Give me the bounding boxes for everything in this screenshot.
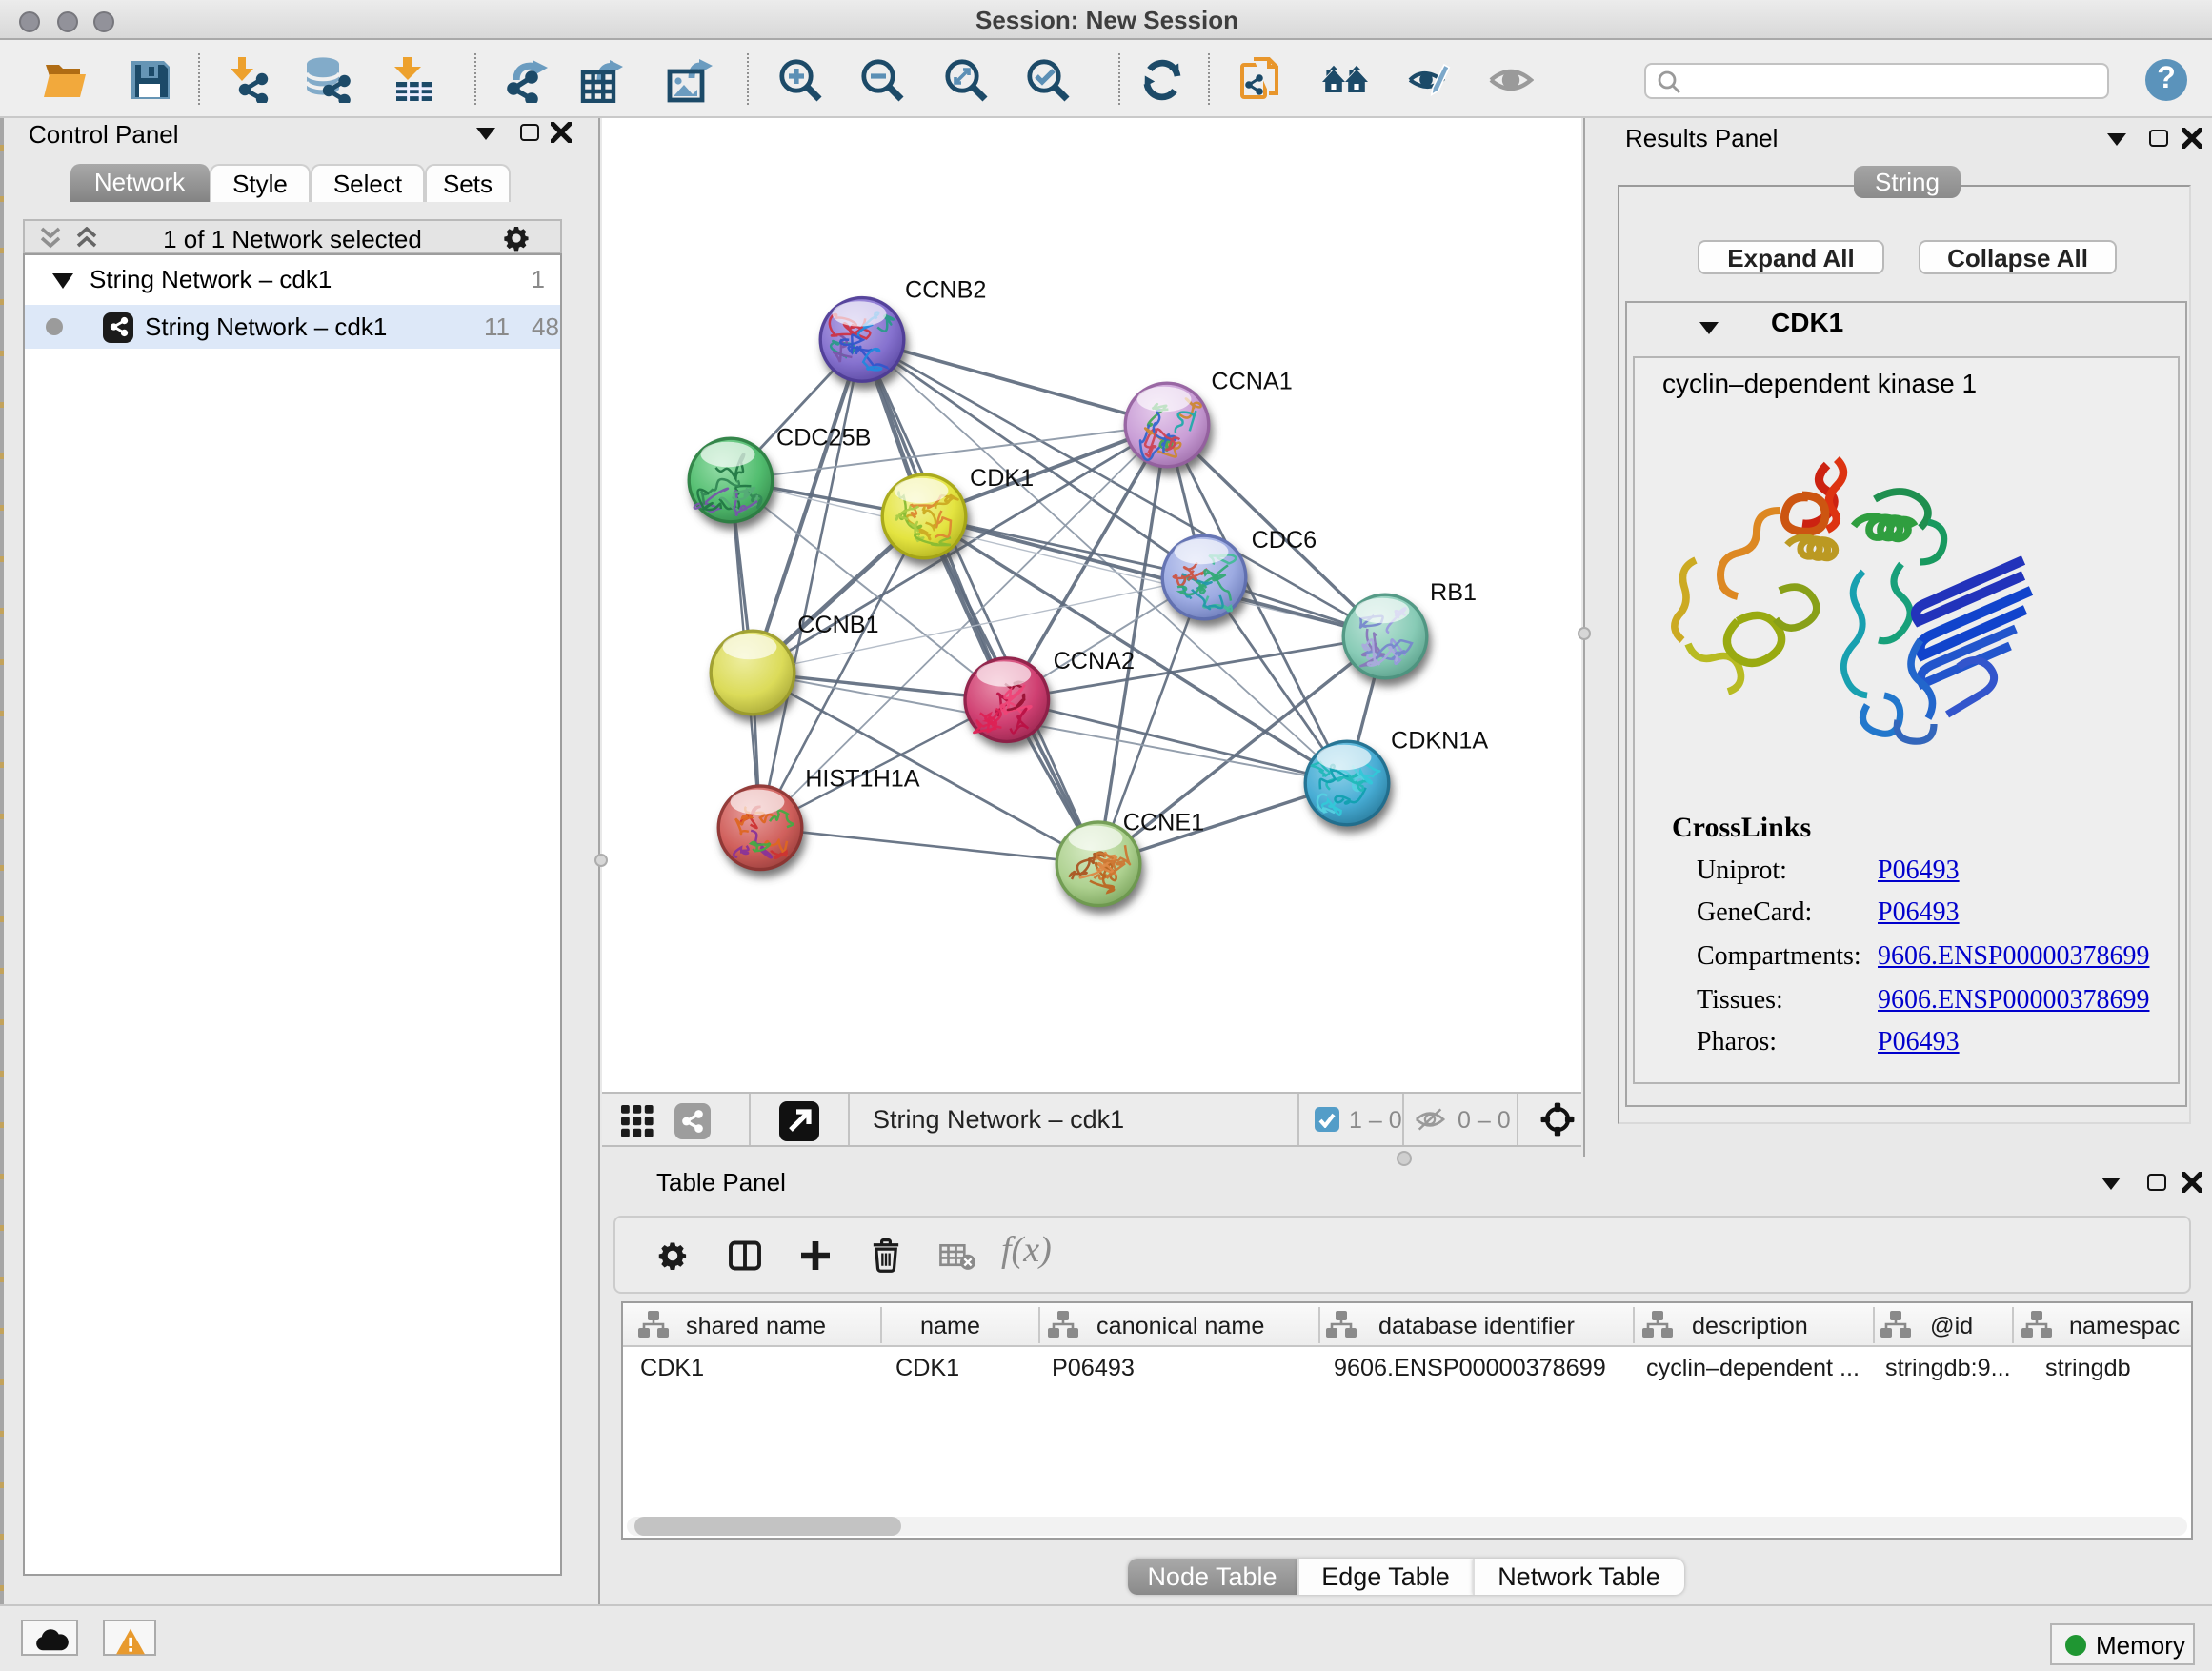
svg-text:CCNB1: CCNB1 [797,612,878,638]
svg-text:RB1: RB1 [1430,579,1477,606]
svg-text:CCNB2: CCNB2 [905,277,986,304]
svg-text:CCNE1: CCNE1 [1123,810,1204,836]
svg-text:CDC6: CDC6 [1252,527,1317,554]
svg-text:HIST1H1A: HIST1H1A [805,765,920,792]
svg-text:CDC25B: CDC25B [776,424,871,451]
svg-text:CDK1: CDK1 [970,465,1034,492]
svg-text:CCNA1: CCNA1 [1211,369,1292,395]
svg-text:CCNA2: CCNA2 [1054,648,1135,674]
svg-text:CDKN1A: CDKN1A [1391,727,1488,754]
